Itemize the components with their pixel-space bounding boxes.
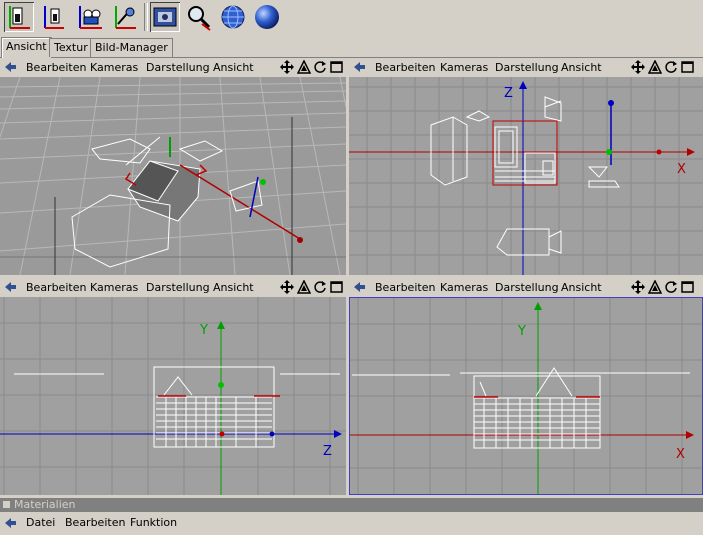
front-scene: Z X — [349, 77, 703, 275]
pin-icon[interactable] — [352, 61, 366, 76]
menu-darstellung[interactable]: Darstellung — [146, 281, 210, 294]
tab-bar: Ansicht Textur Bild-Manager — [0, 37, 703, 58]
axis-label-y: Y — [199, 323, 208, 338]
axis-label-z: Z — [504, 86, 513, 101]
menu-bearbeiten[interactable]: Bearbeiten — [26, 61, 86, 74]
zoom-view-icon[interactable] — [296, 59, 312, 74]
rotate-view-icon[interactable] — [313, 280, 327, 294]
move-view-icon[interactable] — [280, 60, 294, 74]
menu-bearbeiten[interactable]: Bearbeiten — [26, 281, 86, 294]
menu-bearbeiten[interactable]: Bearbeiten — [375, 281, 435, 294]
zoom-view-icon[interactable] — [647, 59, 663, 74]
menu-kameras[interactable]: Kameras — [440, 61, 488, 74]
coordinate-tool-icon[interactable] — [110, 2, 140, 32]
perspective-scene — [0, 77, 346, 275]
viewport-perspective[interactable]: Bearbeiten Kameras Darstellung Ansicht — [0, 58, 346, 275]
menu-bearbeiten[interactable]: Bearbeiten — [375, 61, 435, 74]
zoom-view-icon[interactable] — [647, 279, 663, 294]
tab-textur[interactable]: Textur — [49, 38, 93, 57]
rotate-tool-icon[interactable] — [38, 2, 68, 32]
rotate-view-icon[interactable] — [664, 280, 678, 294]
toolbar-separator — [144, 3, 148, 31]
maximize-view-icon[interactable] — [330, 60, 344, 74]
menu-darstellung[interactable]: Darstellung — [146, 61, 210, 74]
viewport-menu-bar: Bearbeiten Kameras Darstellung Ansicht — [349, 278, 703, 297]
main-toolbar — [0, 0, 703, 36]
top-canvas[interactable]: Y X — [349, 297, 703, 495]
menu-kameras[interactable]: Kameras — [90, 61, 138, 74]
maximize-view-icon[interactable] — [681, 280, 695, 294]
axis-label-y: Y — [517, 324, 526, 339]
pin-icon[interactable] — [3, 517, 17, 532]
materials-menu-bar: Datei Bearbeiten Funktion — [0, 513, 703, 533]
pin-icon[interactable] — [3, 281, 17, 296]
sphere-render-icon[interactable] — [252, 2, 282, 32]
menu-darstellung[interactable]: Darstellung — [495, 61, 559, 74]
viewport-menu-bar: Bearbeiten Kameras Darstellung Ansicht — [349, 58, 703, 77]
viewport-front[interactable]: Bearbeiten Kameras Darstellung Ansicht Z… — [349, 58, 703, 275]
menu-kameras[interactable]: Kameras — [440, 281, 488, 294]
maximize-view-icon[interactable] — [681, 60, 695, 74]
front-canvas[interactable]: Z X — [349, 77, 703, 275]
menu-datei[interactable]: Datei — [26, 516, 55, 529]
axis-label-x: X — [676, 447, 685, 462]
viewport-menu-bar: Bearbeiten Kameras Darstellung Ansicht — [0, 58, 346, 77]
materials-title-text: Materialien — [14, 498, 76, 511]
viewport-menu-bar: Bearbeiten Kameras Darstellung Ansicht — [0, 278, 346, 297]
viewport-splitter-horizontal[interactable] — [0, 275, 703, 278]
tab-ansicht[interactable]: Ansicht — [1, 37, 52, 58]
zoom-view-icon[interactable] — [296, 279, 312, 294]
scale-tool-icon[interactable] — [4, 2, 34, 32]
materials-panel-title: Materialien — [0, 498, 703, 512]
globe-render-icon[interactable] — [218, 2, 248, 32]
rotate-view-icon[interactable] — [313, 60, 327, 74]
axis-label-x: X — [677, 162, 686, 177]
maximize-view-icon[interactable] — [330, 280, 344, 294]
viewport-top-active[interactable]: Bearbeiten Kameras Darstellung Ansicht Y… — [349, 278, 703, 495]
menu-ansicht[interactable]: Ansicht — [561, 281, 602, 294]
viewport-render-icon[interactable] — [150, 2, 180, 32]
move-view-icon[interactable] — [631, 280, 645, 294]
camera-tool-icon[interactable] — [76, 2, 106, 32]
perspective-canvas[interactable] — [0, 77, 346, 275]
top-scene: Y X — [350, 298, 702, 494]
menu-funktion[interactable]: Funktion — [130, 516, 177, 529]
axis-label-z: Z — [323, 444, 332, 459]
menu-bearbeiten[interactable]: Bearbeiten — [65, 516, 125, 529]
tab-bild-manager[interactable]: Bild-Manager — [90, 38, 173, 57]
move-view-icon[interactable] — [631, 60, 645, 74]
move-view-icon[interactable] — [280, 280, 294, 294]
menu-ansicht[interactable]: Ansicht — [213, 61, 254, 74]
rotate-view-icon[interactable] — [664, 60, 678, 74]
panel-grip-icon[interactable] — [3, 501, 11, 509]
side-canvas[interactable]: Y Z — [0, 297, 346, 495]
pin-icon[interactable] — [352, 281, 366, 296]
menu-ansicht[interactable]: Ansicht — [561, 61, 602, 74]
side-scene: Y Z — [0, 297, 346, 495]
viewport-side[interactable]: Bearbeiten Kameras Darstellung Ansicht Y… — [0, 278, 346, 495]
pin-icon[interactable] — [3, 61, 17, 76]
menu-darstellung[interactable]: Darstellung — [495, 281, 559, 294]
menu-ansicht[interactable]: Ansicht — [213, 281, 254, 294]
search-render-icon[interactable] — [184, 2, 214, 32]
menu-kameras[interactable]: Kameras — [90, 281, 138, 294]
